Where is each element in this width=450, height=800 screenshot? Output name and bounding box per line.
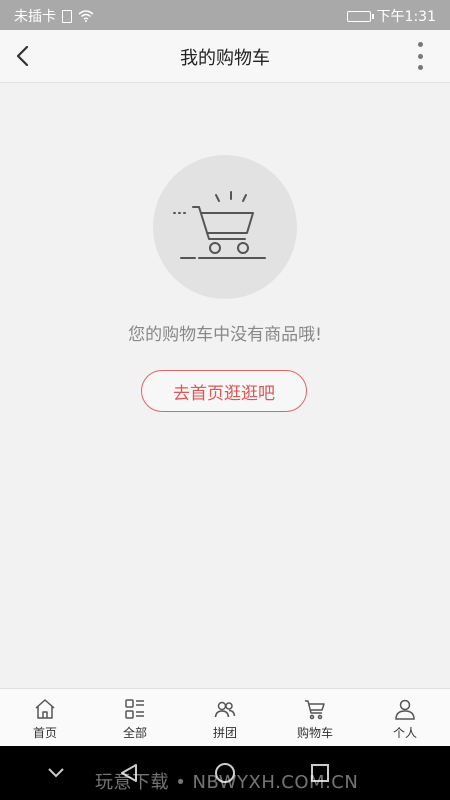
tab-group-buy[interactable]: 拼团 (180, 689, 270, 747)
bottom-tab-bar: 首页 全部 拼团 购物车 个人 (0, 688, 450, 747)
tab-label: 个人 (392, 726, 417, 740)
empty-cart-message: 您的购物车中没有商品哦! (128, 325, 322, 345)
nav-bar: 我的购物车 (0, 30, 450, 83)
home-icon (35, 699, 55, 719)
more-button[interactable] (414, 42, 426, 70)
more-dot-icon (417, 53, 423, 59)
tab-label: 首页 (32, 726, 57, 740)
group-icon (214, 701, 236, 718)
cart-icon (305, 700, 325, 720)
tab-profile[interactable]: 个人 (360, 689, 450, 747)
wifi-icon (78, 10, 94, 22)
chevron-down-icon[interactable] (46, 766, 66, 780)
tab-label: 购物车 (296, 726, 333, 740)
category-icon (125, 699, 144, 719)
tab-home[interactable]: 首页 (0, 689, 90, 747)
status-bar: 未插卡 下午1:31 (0, 0, 450, 30)
status-left: 未插卡 (14, 6, 94, 26)
sim-icon (62, 9, 72, 23)
page-title: 我的购物车 (180, 48, 270, 69)
watermark-text: 玩意下载 • NBWYXH.COM.CN (95, 772, 359, 793)
more-dot-icon (417, 42, 423, 47)
clock-text: 下午1:31 (376, 9, 436, 25)
empty-cart-illustration (153, 155, 297, 299)
more-dot-icon (417, 65, 423, 70)
go-home-button[interactable]: 去首页逛逛吧 (141, 370, 307, 412)
carrier-text: 未插卡 (14, 9, 56, 25)
system-nav-bar: 玩意下载 • NBWYXH.COM.CN (0, 746, 450, 800)
tab-label: 全部 (122, 726, 147, 740)
tab-label: 拼团 (212, 726, 237, 740)
empty-cart-icon (173, 191, 266, 259)
battery-icon (346, 10, 374, 22)
status-right: 下午1:31 (346, 6, 436, 26)
tab-all[interactable]: 全部 (90, 689, 180, 747)
tab-cart[interactable]: 购物车 (270, 689, 360, 747)
user-icon (395, 699, 415, 720)
